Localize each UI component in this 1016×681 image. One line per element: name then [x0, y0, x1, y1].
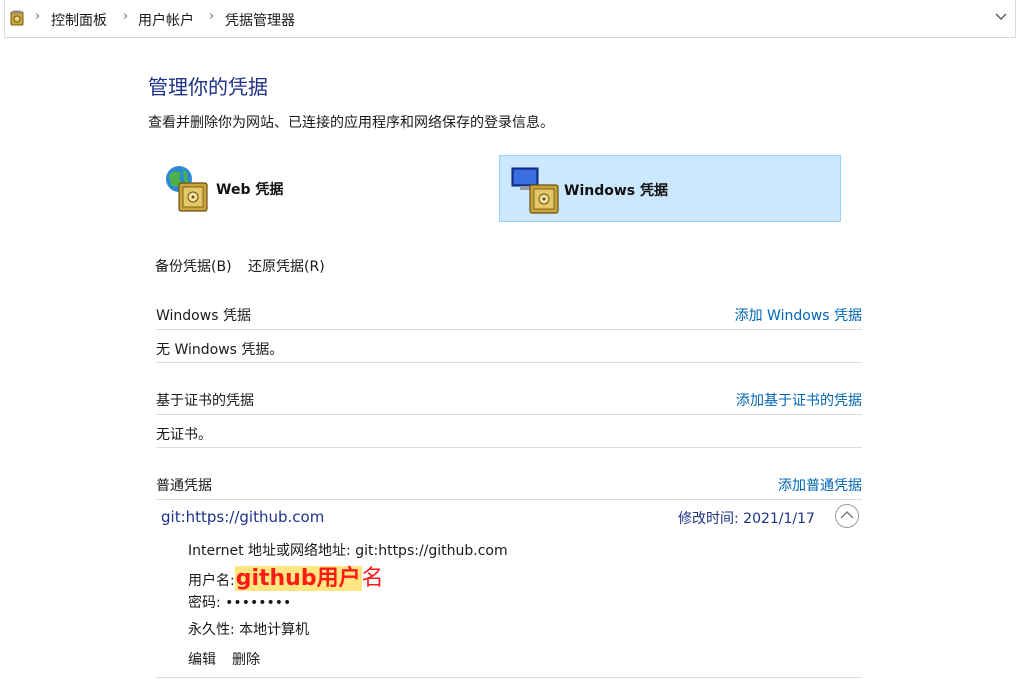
windows-credentials-section: Windows 凭据 添加 Windows 凭据: [156, 305, 862, 325]
chevron-right-icon: ›: [35, 9, 41, 24]
modified-label: 修改时间:: [678, 511, 739, 527]
chevron-down-icon[interactable]: [995, 12, 1007, 22]
persistence-value: 本地计算机: [239, 622, 310, 638]
chevron-right-icon: ›: [209, 9, 215, 24]
certificate-credentials-empty: 无证书。: [156, 427, 212, 443]
credential-username-row: 用户名:github用户名: [188, 560, 384, 592]
windows-credentials-label: Windows 凭据: [564, 183, 668, 199]
page-subtitle: 查看并删除你为网站、已连接的应用程序和网络保存的登录信息。: [148, 115, 554, 131]
delete-credential-link[interactable]: 删除: [232, 649, 260, 669]
windows-credentials-tile[interactable]: Windows 凭据: [499, 155, 841, 222]
windows-credentials-empty: 无 Windows 凭据。: [156, 342, 284, 358]
page-title: 管理你的凭据: [148, 75, 268, 99]
generic-credentials-section: 普通凭据 添加普通凭据: [156, 475, 862, 495]
add-windows-credential-link[interactable]: 添加 Windows 凭据: [735, 305, 862, 325]
add-generic-credential-link[interactable]: 添加普通凭据: [778, 475, 862, 495]
credential-password-row: 密码: ••••••••: [188, 592, 291, 612]
credential-persistence-row: 永久性: 本地计算机: [188, 619, 309, 639]
certificate-credentials-header: 基于证书的凭据: [156, 393, 254, 409]
collapse-button[interactable]: [835, 504, 859, 528]
username-value-highlight: github用户: [234, 566, 362, 591]
divider: [156, 677, 862, 678]
persistence-label: 永久性:: [188, 622, 235, 638]
username-label: 用户名:: [188, 573, 235, 589]
divider: [156, 447, 862, 448]
modified-date: 2021/1/17: [743, 511, 815, 527]
breadcrumb-user-accounts[interactable]: 用户帐户: [138, 10, 194, 30]
address-value: git:https://github.com: [355, 543, 508, 559]
chevron-right-icon: ›: [123, 9, 129, 24]
web-credentials-icon: [166, 166, 208, 212]
windows-credentials-icon: [511, 167, 559, 214]
backup-credentials-link[interactable]: 备份凭据(B): [155, 256, 232, 276]
restore-credentials-link[interactable]: 还原凭据(R): [248, 256, 325, 276]
web-credentials-label: Web 凭据: [216, 182, 284, 198]
credential-name[interactable]: git:https://github.com: [161, 508, 324, 526]
address-bar[interactable]: › 控制面板 › 用户帐户 › 凭据管理器: [4, 0, 1016, 38]
divider: [156, 329, 862, 330]
password-value: ••••••••: [225, 595, 292, 611]
divider: [156, 362, 862, 363]
address-label: Internet 地址或网络地址:: [188, 543, 351, 559]
chevron-up-icon: [840, 511, 854, 519]
credential-manager-icon: [10, 10, 24, 26]
generic-credentials-header: 普通凭据: [156, 478, 212, 494]
certificate-credentials-section: 基于证书的凭据 添加基于证书的凭据: [156, 390, 862, 410]
edit-credential-link[interactable]: 编辑: [188, 649, 216, 669]
credential-address-row: Internet 地址或网络地址: git:https://github.com: [188, 540, 508, 560]
web-credentials-tile[interactable]: Web 凭据: [157, 155, 499, 222]
credential-modified: 修改时间: 2021/1/17: [678, 508, 815, 528]
divider: [156, 499, 862, 500]
windows-credentials-header: Windows 凭据: [156, 308, 251, 324]
breadcrumb-control-panel[interactable]: 控制面板: [51, 10, 107, 30]
password-label: 密码:: [188, 595, 221, 611]
divider: [156, 414, 862, 415]
add-certificate-credential-link[interactable]: 添加基于证书的凭据: [736, 390, 862, 410]
breadcrumb-credential-manager[interactable]: 凭据管理器: [225, 10, 295, 30]
username-value-rest: 名: [361, 566, 384, 591]
